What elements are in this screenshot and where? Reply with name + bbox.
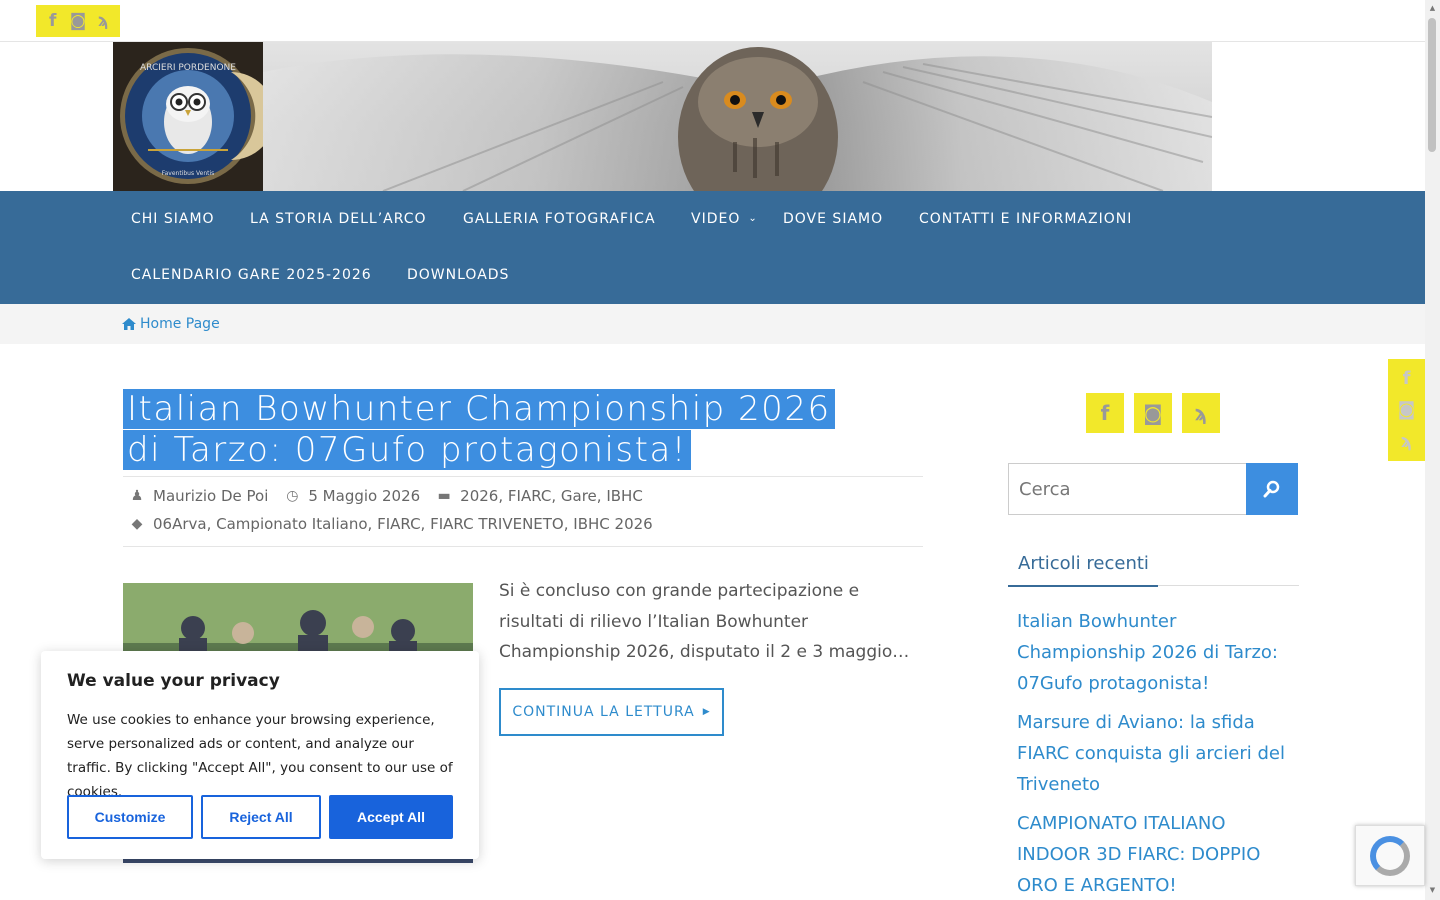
recaptcha-badge[interactable] xyxy=(1355,825,1425,886)
tag-link[interactable]: IBHC 2026 xyxy=(573,515,652,533)
author-icon: ♟ xyxy=(130,488,144,504)
instagram-icon[interactable]: ◙ xyxy=(1398,399,1415,420)
nav-storia-arco[interactable]: LA STORIA DELL’ARCO xyxy=(250,191,427,247)
post-meta: ♟ Maurizio De Poi ◷ 5 Maggio 2026 ▬ 2026… xyxy=(123,476,923,547)
reject-all-button[interactable]: Reject All xyxy=(201,795,321,839)
nav-chi-siamo[interactable]: CHI SIAMO xyxy=(131,191,215,247)
cookie-text: We use cookies to enhance your browsing … xyxy=(67,712,453,800)
main-navigation: CHI SIAMO LA STORIA DELL’ARCO GALLERIA F… xyxy=(0,191,1425,304)
post-meta-row-1: ♟ Maurizio De Poi ◷ 5 Maggio 2026 ▬ 2026… xyxy=(130,487,643,505)
cookie-buttons: Customize Reject All Accept All xyxy=(67,795,453,839)
category-link[interactable]: 2026 xyxy=(460,487,498,505)
nav-video-label: VIDEO xyxy=(691,211,741,227)
search-icon xyxy=(1263,480,1280,498)
search-input[interactable] xyxy=(1009,464,1247,514)
tag-link[interactable]: 06Arva xyxy=(153,515,207,533)
category-link[interactable]: IBHC xyxy=(606,487,642,505)
accept-all-button[interactable]: Accept All xyxy=(329,795,453,839)
owl-header-image xyxy=(263,42,1212,191)
logo-text: ARCIERI PORDENONE xyxy=(140,63,236,73)
instagram-icon[interactable]: ◙ xyxy=(1134,393,1172,433)
page-scrollbar[interactable]: ▲ ▼ xyxy=(1425,0,1440,900)
sidebar-social-icons: f ◙ ϡ xyxy=(1086,393,1220,433)
recent-post-link[interactable]: CAMPIONATO ITALIANO INDOOR 3D FIARC: DOP… xyxy=(1017,808,1297,900)
club-logo[interactable]: ARCIERI PORDENONE Faventibus Ventis xyxy=(113,42,275,191)
nav-calendario[interactable]: CALENDARIO GARE 2025-2026 xyxy=(131,247,372,303)
scroll-up-arrow[interactable]: ▲ xyxy=(1428,4,1437,13)
tag-link[interactable]: Campionato Italiano xyxy=(216,515,367,533)
folder-icon: ▬ xyxy=(437,488,451,504)
nav-dove-siamo[interactable]: DOVE SIAMO xyxy=(783,191,883,247)
breadcrumb-home[interactable]: Home Page xyxy=(122,316,220,332)
header-banner[interactable]: ARCIERI PORDENONE Faventibus Ventis xyxy=(113,42,1212,191)
post-date[interactable]: 5 Maggio 2026 xyxy=(308,487,420,505)
scroll-down-arrow[interactable]: ▼ xyxy=(1428,886,1437,895)
search-form xyxy=(1008,463,1298,515)
post-title-text: Italian Bowhunter Championship 2026 di T… xyxy=(123,389,835,470)
tag-link[interactable]: FIARC TRIVENETO xyxy=(430,515,564,533)
customize-button[interactable]: Customize xyxy=(67,795,193,839)
rss-icon[interactable]: ϡ xyxy=(1182,393,1220,433)
recaptcha-icon xyxy=(1370,835,1410,876)
cookie-title: We value your privacy xyxy=(67,671,280,691)
home-icon xyxy=(122,318,136,330)
read-more-label: CONTINUA LA LETTURA xyxy=(512,704,695,720)
facebook-icon[interactable]: f xyxy=(42,10,64,32)
scrollbar-thumb[interactable] xyxy=(1428,18,1436,152)
nav-contatti[interactable]: CONTATTI E INFORMAZIONI xyxy=(919,191,1132,247)
category-link[interactable]: Gare xyxy=(561,487,597,505)
recent-post-link[interactable]: Marsure di Aviano: la sfida FIARC conqui… xyxy=(1017,707,1297,800)
recent-posts-title: Articoli recenti xyxy=(1008,553,1299,587)
post-title[interactable]: Italian Bowhunter Championship 2026 di T… xyxy=(123,389,843,471)
cookie-consent-banner: We value your privacy We use cookies to … xyxy=(41,651,479,859)
breadcrumb-home-label: Home Page xyxy=(140,316,220,332)
top-bar: f ◙ ϡ xyxy=(0,0,1425,42)
search-button[interactable] xyxy=(1246,463,1298,515)
nav-video[interactable]: VIDEO ⌄ xyxy=(691,191,758,247)
floating-social-bar: f ◙ ϡ xyxy=(1388,359,1425,461)
instagram-icon[interactable]: ◙ xyxy=(67,10,89,32)
rss-icon[interactable]: ϡ xyxy=(92,10,114,32)
facebook-icon[interactable]: f xyxy=(1403,368,1411,389)
caret-right-icon: ▶ xyxy=(702,707,711,717)
tag-icon: ◆ xyxy=(131,516,143,532)
rss-icon[interactable]: ϡ xyxy=(1401,431,1412,452)
post-meta-row-2: ◆ 06Arva, Campionato Italiano, FIARC, FI… xyxy=(129,515,653,533)
facebook-icon[interactable]: f xyxy=(1086,393,1124,433)
nav-downloads[interactable]: DOWNLOADS xyxy=(407,247,509,303)
post-excerpt: Si è concluso con grande partecipazione … xyxy=(499,581,910,662)
nav-galleria[interactable]: GALLERIA FOTOGRAFICA xyxy=(463,191,656,247)
logo-motto: Faventibus Ventis xyxy=(162,170,215,177)
category-link[interactable]: FIARC xyxy=(508,487,551,505)
tag-link[interactable]: FIARC xyxy=(377,515,420,533)
chevron-down-icon: ⌄ xyxy=(748,213,758,224)
recent-posts-list: Italian Bowhunter Championship 2026 di T… xyxy=(1017,606,1297,900)
post-author[interactable]: Maurizio De Poi xyxy=(153,487,268,505)
breadcrumb: Home Page xyxy=(0,304,1425,344)
top-social-icons: f ◙ ϡ xyxy=(36,5,120,37)
recent-post-link[interactable]: Italian Bowhunter Championship 2026 di T… xyxy=(1017,606,1297,699)
clock-icon: ◷ xyxy=(286,488,299,504)
read-more-button[interactable]: CONTINUA LA LETTURA ▶ xyxy=(499,688,724,736)
